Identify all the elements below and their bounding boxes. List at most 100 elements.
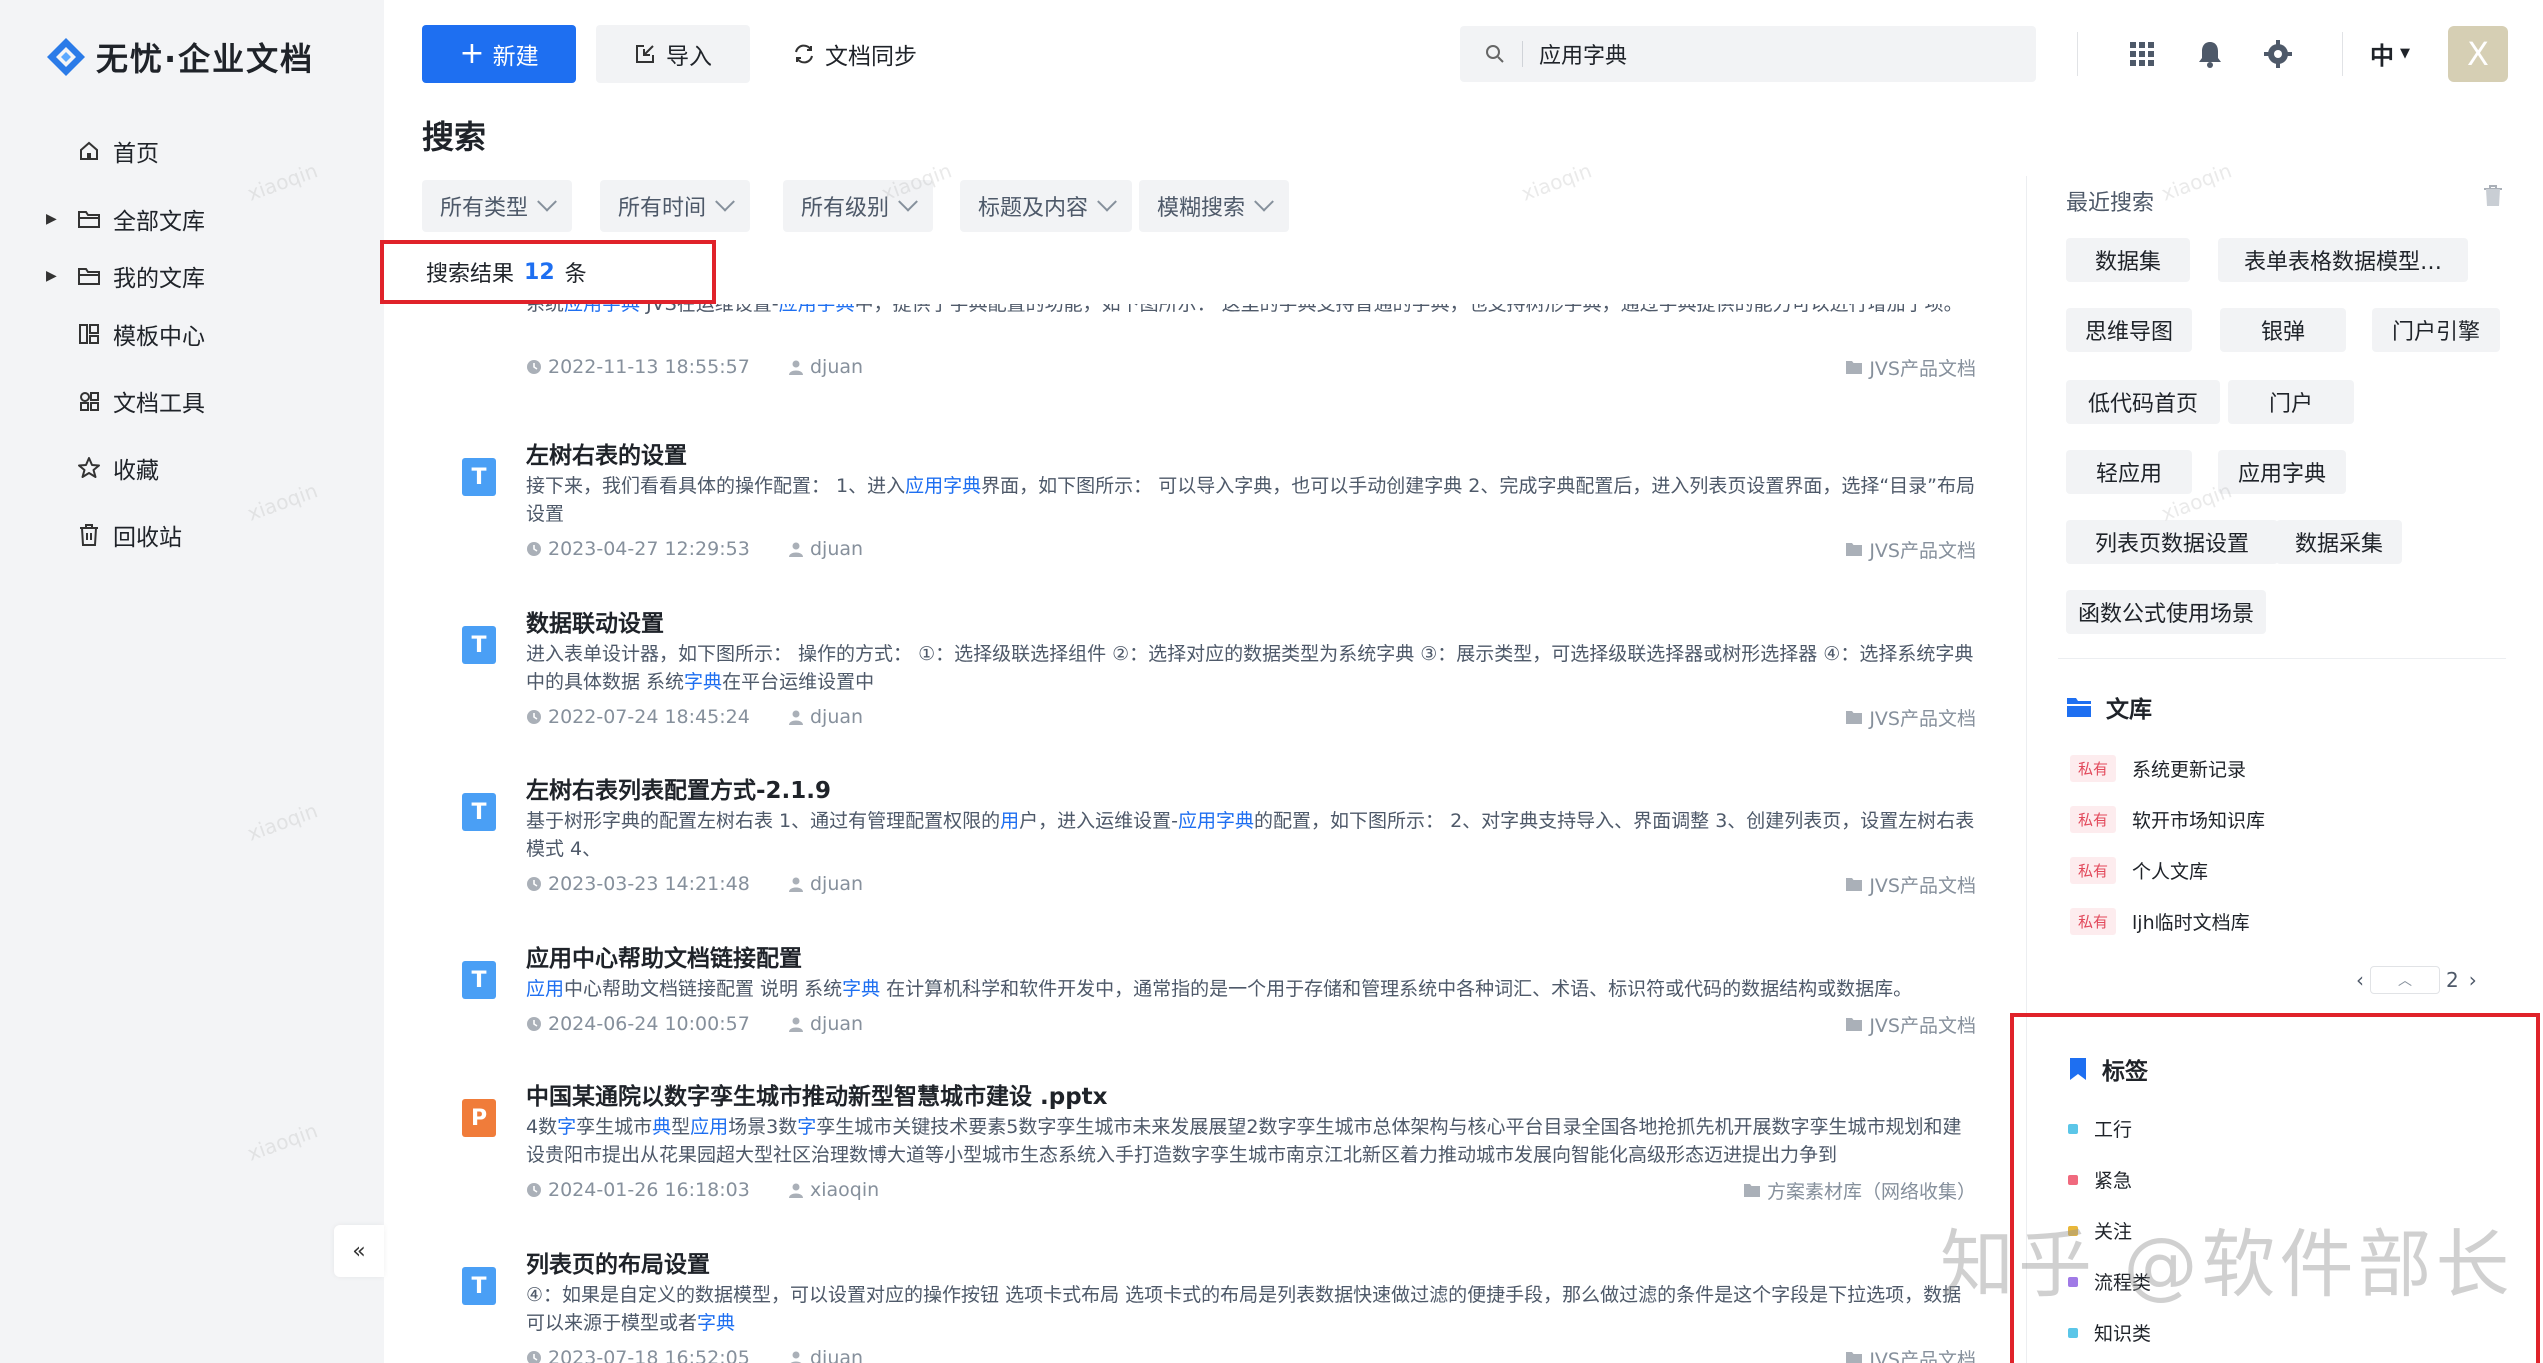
recent-search-chip[interactable]: 轻应用 <box>2066 450 2192 494</box>
page-indicator[interactable]: ︿ <box>2370 966 2440 994</box>
filter-match-mode[interactable]: 模糊搜索 <box>1139 180 1290 232</box>
result-title[interactable]: 左树右表的设置 <box>526 436 687 470</box>
collapse-sidebar-button[interactable]: « <box>334 1225 384 1277</box>
result-meta: 2022-07-24 18:45:24 djuan JVS产品文档 <box>526 704 1976 731</box>
doc-sync-button[interactable]: 文档同步 <box>770 25 940 83</box>
filter-time[interactable]: 所有时间 <box>600 180 751 232</box>
gear-icon[interactable] <box>2260 36 2296 72</box>
result-title[interactable]: 列表页的布局设置 <box>526 1245 710 1279</box>
recent-search-chip[interactable]: 应用字典 <box>2218 450 2346 494</box>
recent-search-chip[interactable]: 门户引擎 <box>2372 308 2500 352</box>
result-library-text: JVS产品文档 <box>1869 357 1976 380</box>
recent-search-chip[interactable]: 低代码首页 <box>2066 380 2220 424</box>
result-title[interactable]: 数据联动设置 <box>526 604 664 638</box>
library-item[interactable]: 私有 软开市场知识库 <box>2070 806 2265 833</box>
result-library[interactable]: JVS产品文档 <box>1845 1011 1976 1038</box>
recent-search-chip[interactable]: 数据采集 <box>2276 520 2402 564</box>
result-date: 2023-04-27 12:29:53 <box>526 538 750 560</box>
result-library-text: JVS产品文档 <box>1869 539 1976 562</box>
result-author: djuan <box>788 356 863 378</box>
result-library[interactable]: 方案素材库（网络收集） <box>1743 1177 1976 1204</box>
clock-icon <box>527 360 541 374</box>
recent-search-chip[interactable]: 思维导图 <box>2066 308 2192 352</box>
new-button[interactable]: + 新建 <box>422 25 576 83</box>
toolbar-divider <box>2342 32 2343 76</box>
result-library[interactable]: JVS产品文档 <box>1845 1345 1976 1363</box>
zhihu-watermark: 知乎 @软件部长 <box>1940 1222 2514 1308</box>
clock-icon <box>527 542 541 556</box>
result-meta: 2023-07-18 16:52:05 djuan JVS产品文档 <box>526 1347 1976 1363</box>
next-page-icon[interactable]: › <box>2469 968 2477 992</box>
result-snippet: 4数字孪生城市典型应用场景3数字孪生城市关键技术要素5数字孪生城市未来发展展望2… <box>526 1116 1962 1166</box>
apps-grid-icon[interactable] <box>2124 36 2160 72</box>
result-title[interactable]: 左树右表列表配置方式-2.1.9 <box>526 771 831 805</box>
result-library[interactable]: JVS产品文档 <box>1845 704 1976 731</box>
search-result-item[interactable]: T 应用中心帮助文档链接配置 应用中心帮助文档链接配置 说明 系统字典 在计算机科学… <box>422 939 1982 1074</box>
section-divider <box>2058 658 2506 659</box>
filter-scope[interactable]: 标题及内容 <box>960 180 1133 232</box>
prev-page-icon[interactable]: ‹ <box>2356 968 2364 992</box>
result-author-text: djuan <box>810 706 864 728</box>
result-count-number: 12 <box>524 259 555 285</box>
tag-item[interactable]: 工行 <box>2068 1115 2132 1142</box>
search-result-item[interactable]: T 数据联动设置 进入表单设计器，如下图所示： 操作的方式： ①：选择级联选择组件 … <box>422 604 1982 769</box>
recent-search-chip[interactable]: 函数公式使用场景 <box>2066 590 2266 634</box>
sidebar-item-recycle-bin[interactable]: 回收站 <box>0 507 384 563</box>
result-library[interactable]: JVS产品文档 <box>1845 354 1976 381</box>
library-section-title: 文库 <box>2066 690 2152 724</box>
caret-right-icon[interactable]: ▶ <box>46 211 57 227</box>
sidebar-item-home[interactable]: 首页 <box>0 123 384 179</box>
star-icon <box>76 455 102 481</box>
result-meta: 2024-01-26 16:18:03 xiaoqin 方案素材库（网络收集） <box>526 1177 1976 1204</box>
user-icon <box>789 360 803 375</box>
sidebar-item-templates[interactable]: 模板中心 <box>0 306 384 362</box>
recent-search-chip[interactable]: 门户 <box>2228 380 2354 424</box>
filter-type[interactable]: 所有类型 <box>422 180 573 232</box>
search-bar[interactable] <box>1460 26 2036 82</box>
search-result-item[interactable]: T系统应用字典 JVS在运维设置-应用字典中，提供了字典配置的功能，如下图所示：… <box>422 304 1982 420</box>
sidebar-item-label: 模板中心 <box>113 324 205 350</box>
clock-icon <box>527 1017 541 1031</box>
page-number[interactable]: 2 <box>2446 968 2459 992</box>
avatar[interactable]: X <box>2448 26 2508 82</box>
recent-search-chip[interactable]: 数据集 <box>2066 238 2190 282</box>
sidebar-item-favorites[interactable]: 收藏 <box>0 440 384 496</box>
sync-icon <box>795 44 813 64</box>
folder-icon <box>76 263 102 289</box>
caret-right-icon[interactable]: ▶ <box>46 268 57 284</box>
result-count-prefix: 搜索结果 <box>426 262 515 287</box>
sidebar-item-label: 首页 <box>113 141 159 167</box>
library-section-label: 文库 <box>2106 697 2152 723</box>
search-result-item[interactable]: P 中国某通院以数字孪生城市推动新型智慧城市建设 .pptx 4数字孪生城市典型应用… <box>422 1077 1982 1242</box>
result-title[interactable]: 应用中心帮助文档链接配置 <box>526 939 802 973</box>
clear-history-icon[interactable] <box>2482 184 2508 210</box>
result-author: djuan <box>788 1013 863 1035</box>
sidebar-item-doc-tools[interactable]: 文档工具 <box>0 373 384 429</box>
tag-item[interactable]: 紧急 <box>2068 1166 2132 1193</box>
app-logo[interactable]: 无忧·企业文档 <box>44 34 314 80</box>
library-item[interactable]: 私有 ljh临时文档库 <box>2070 908 2250 935</box>
library-item[interactable]: 私有 个人文库 <box>2070 857 2208 884</box>
filter-label: 标题及内容 <box>978 196 1089 221</box>
search-result-item[interactable]: T 左树右表的设置 接下来，我们看看具体的操作配置： 1、进入应用字典界面，如下图所… <box>422 436 1982 601</box>
bell-icon[interactable] <box>2192 36 2228 72</box>
import-button[interactable]: 导入 <box>596 25 750 83</box>
sidebar-item-all-libraries[interactable]: ▶ 全部文库 <box>0 191 384 247</box>
result-library-text: JVS产品文档 <box>1869 874 1976 897</box>
result-title[interactable]: 中国某通院以数字孪生城市推动新型智慧城市建设 .pptx <box>526 1077 1108 1111</box>
import-icon <box>636 45 654 63</box>
recent-search-chip[interactable]: 列表页数据设置 <box>2066 520 2278 564</box>
library-item[interactable]: 私有 系统更新记录 <box>2070 755 2246 782</box>
recent-search-chip[interactable]: 银弹 <box>2220 308 2346 352</box>
result-library[interactable]: JVS产品文档 <box>1845 536 1976 563</box>
language-switch[interactable]: 中 ▼ <box>2370 36 2410 71</box>
library-name: 软开市场知识库 <box>2132 810 2266 832</box>
search-input[interactable] <box>1539 41 2019 67</box>
search-result-item[interactable]: T 列表页的布局设置 ④：如果是自定义的数据模型，可以设置对应的操作按钮 选项卡式布… <box>422 1245 1982 1363</box>
tag-item[interactable]: 知识类 <box>2068 1319 2151 1346</box>
result-library[interactable]: JVS产品文档 <box>1845 871 1976 898</box>
search-result-item[interactable]: T 左树右表列表配置方式-2.1.9 基于树形字典的配置左树右表 1、通过有管理配置… <box>422 771 1982 936</box>
sidebar-item-my-libraries[interactable]: ▶ 我的文库 <box>0 248 384 304</box>
recent-search-chip[interactable]: 表单表格数据模型… <box>2218 238 2468 282</box>
user-icon <box>789 1017 803 1032</box>
